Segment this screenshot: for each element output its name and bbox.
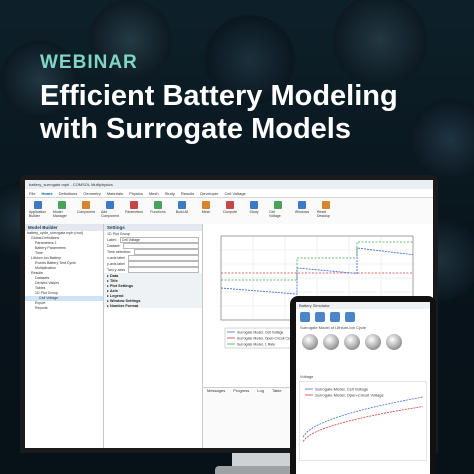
ribbon-label: Add Component: [100, 210, 120, 218]
ribbon-button[interactable]: Compute: [221, 201, 239, 214]
ribbon-label: Parameters: [124, 210, 144, 214]
tablet-frame: Battery Simulator Surrogate Model of Lit…: [290, 296, 436, 474]
title-line-1: Efficient Battery Modeling: [40, 80, 398, 112]
tablet-plot-icon[interactable]: [315, 312, 325, 322]
bottom-tab[interactable]: Progress: [233, 388, 249, 448]
settings-row-label: x-axis label: [107, 256, 125, 260]
settings-row-label: Time selection:: [107, 250, 132, 254]
menu-item[interactable]: Developer: [200, 191, 218, 196]
ribbon-icon: [226, 201, 234, 209]
ribbon-icon: [322, 201, 330, 209]
tablet-compute-icon[interactable]: [300, 312, 310, 322]
ribbon-label: Application Builder: [29, 210, 47, 218]
ribbon-icon: [130, 201, 138, 209]
ribbon-button[interactable]: Reset Desktop: [317, 201, 335, 218]
ribbon-button[interactable]: Component: [77, 201, 95, 214]
ribbon-icon: [58, 201, 66, 209]
model-builder-pane: Model Builder battery_cycle_surrogate.mp…: [25, 224, 104, 448]
tablet-legend-entry: Surrogate Model, Cell Voltage: [315, 387, 369, 392]
ribbon-label: Cell Voltage: [269, 210, 281, 218]
ribbon-icon: [274, 201, 282, 209]
ribbon-label: Compute: [222, 210, 238, 214]
legend-entry: Surrogate Model, 1 Rate: [237, 343, 275, 347]
tablet-report-icon[interactable]: [330, 312, 340, 322]
sphere-preview: [302, 334, 318, 350]
ribbon-button[interactable]: Mesh: [197, 201, 215, 214]
menu-item[interactable]: Cell Voltage: [224, 191, 245, 196]
ribbon-label: Windows: [294, 210, 310, 214]
ribbon-button[interactable]: Study: [245, 201, 263, 214]
ribbon-icon: [298, 201, 306, 209]
legend-entry: Surrogate Model, Cell Voltage: [237, 331, 284, 335]
label-caption: Label:: [107, 238, 117, 242]
tablet-plot-label: Voltage: [300, 374, 314, 379]
ribbon-label: Study: [249, 210, 259, 214]
ribbon-icon: [154, 201, 162, 209]
sphere-preview: [323, 334, 339, 350]
menu-item[interactable]: Home: [41, 191, 52, 196]
sphere-preview: [365, 334, 381, 350]
bottom-tab[interactable]: Table: [272, 388, 282, 448]
tablet-legend-entry: Surrogate Model, Open-Circuit Voltage: [315, 393, 384, 398]
ribbon-button[interactable]: Add Component: [101, 201, 119, 218]
ribbon-label: Reset Desktop: [317, 210, 330, 218]
ribbon-icon: [250, 201, 258, 209]
app-title: battery_surrogate.mph - COMSOL Multiphys…: [29, 182, 113, 187]
settings-pane: Settings 1D Plot Group Label: Cell Volta…: [104, 224, 203, 448]
tablet-screen: Battery Simulator Surrogate Model of Lit…: [296, 302, 430, 474]
page-title: Efficient Battery Modeling with Surrogat…: [40, 80, 460, 146]
settings-row-field[interactable]: [128, 267, 199, 273]
menu-item[interactable]: Results: [181, 191, 194, 196]
settings-section[interactable]: ▸ Number Format: [104, 303, 202, 308]
ribbon-button[interactable]: Parameters: [125, 201, 143, 214]
ribbon-button[interactable]: Functions: [149, 201, 167, 214]
tablet-title: Battery Simulator: [296, 302, 430, 309]
tablet-preview-row: [296, 330, 430, 354]
menu-item[interactable]: Study: [165, 191, 175, 196]
tablet-settings-icon[interactable]: [345, 312, 355, 322]
ribbon-button[interactable]: Windows: [293, 201, 311, 214]
tree-node[interactable]: Reports: [25, 306, 103, 311]
menu-bar: File Home Definitions Geometry Materials Phys…: [25, 189, 433, 198]
ribbon-icon: [106, 201, 114, 209]
bottom-tab[interactable]: Messages: [207, 388, 225, 448]
sphere-preview: [344, 334, 360, 350]
model-builder-title: Model Builder: [25, 224, 103, 231]
settings-row-label: Dataset:: [107, 244, 121, 248]
settings-title: Settings: [104, 224, 202, 231]
tablet-toolbar: [296, 309, 430, 325]
ribbon-label: Component: [76, 210, 96, 214]
menu-item[interactable]: File: [29, 191, 35, 196]
menu-item[interactable]: Geometry: [83, 191, 101, 196]
ribbon-button[interactable]: Model Manager: [53, 201, 71, 218]
ribbon-icon: [202, 201, 210, 209]
ribbon-button[interactable]: Build All: [173, 201, 191, 214]
menu-item[interactable]: Physics: [129, 191, 143, 196]
webinar-label: WEBINAR: [40, 52, 138, 73]
ribbon-button[interactable]: Cell Voltage: [269, 201, 287, 218]
settings-rows: Dataset: Time selection: x-axis label y-axi…: [104, 243, 202, 273]
model-tree: battery_cycle_surrogate.mph (root) Global…: [25, 231, 103, 311]
settings-sections: ▸ Data ▸ Title ▸ Plot Settings ▸ Axis ▸ Lege…: [104, 273, 202, 308]
ribbon-label: Model Manager: [53, 210, 67, 218]
ribbon-icon: [34, 201, 42, 209]
title-line-2: with Surrogate Models: [40, 113, 351, 145]
ribbon-icon: [82, 201, 90, 209]
tablet-voltage-plot: Surrogate Model, Cell VoltageSurrogate M…: [299, 381, 427, 461]
ribbon-button[interactable]: Application Builder: [29, 201, 47, 218]
ribbon-icon: [178, 201, 186, 209]
ribbon-label: Functions: [150, 210, 166, 214]
settings-row-label: y-axis label: [107, 262, 125, 266]
menu-item[interactable]: Materials: [107, 191, 123, 196]
sphere-preview: [386, 334, 402, 350]
menu-item[interactable]: Definitions: [59, 191, 78, 196]
ribbon-label: Build All: [175, 210, 189, 214]
bottom-tab[interactable]: Log: [257, 388, 264, 448]
settings-row-label: Two y-axes: [107, 268, 126, 272]
menu-item[interactable]: Mesh: [149, 191, 159, 196]
app-titlebar: battery_surrogate.mph - COMSOL Multiphys…: [25, 180, 433, 189]
ribbon-label: Mesh: [201, 210, 211, 214]
